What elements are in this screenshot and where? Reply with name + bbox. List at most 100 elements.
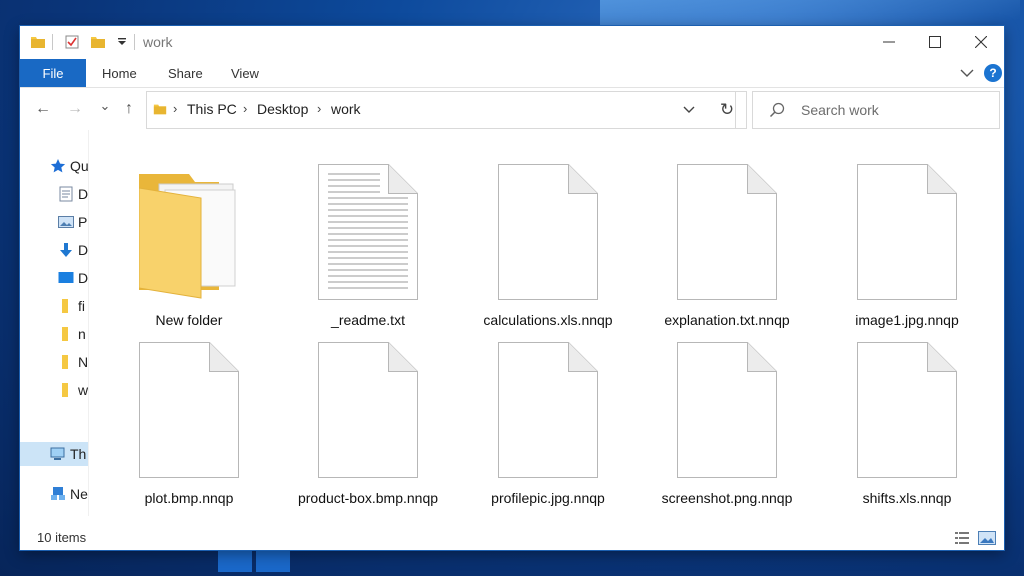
sidebar-item-folder[interactable]: fi — [20, 294, 88, 318]
sidebar-item-quick-access[interactable]: Qu — [20, 154, 88, 178]
divider — [52, 34, 53, 50]
up-button[interactable]: ↑ — [118, 100, 140, 118]
blank-file-icon — [318, 342, 418, 478]
properties-icon[interactable] — [64, 34, 80, 50]
folder-icon — [62, 355, 68, 369]
download-icon — [60, 243, 72, 257]
file-item-encrypted[interactable]: calculations.xls.nnqp — [458, 148, 638, 328]
forward-button[interactable]: → — [64, 100, 86, 118]
file-name: product-box.bmp.nnqp — [297, 490, 439, 506]
sidebar-item-downloads[interactable]: D — [20, 238, 88, 262]
breadcrumb-separator: › — [173, 101, 178, 116]
sidebar-item-label: Qu — [70, 158, 89, 174]
explorer-window: work File Home Share View ? ← → ⌄ ↑ › Th… — [20, 26, 1004, 550]
sidebar-item-documents[interactable]: D — [20, 182, 88, 206]
breadcrumb-separator: › — [317, 101, 322, 116]
customize-toolbar-icon[interactable] — [114, 34, 130, 50]
sidebar-item-label: D — [78, 270, 89, 286]
maximize-icon — [929, 36, 941, 48]
sidebar-item-label: N — [78, 354, 89, 370]
refresh-button[interactable]: ↻ — [708, 91, 747, 129]
tab-file[interactable]: File — [20, 59, 86, 87]
search-icon — [769, 102, 785, 118]
close-icon — [975, 36, 987, 48]
ribbon-tabs: File Home Share View ? — [20, 59, 1004, 88]
breadcrumb-this-pc[interactable]: This PC — [187, 101, 237, 117]
document-icon — [59, 186, 73, 202]
sidebar-item-folder[interactable]: w — [20, 378, 88, 402]
sidebar-item-label: Ne — [70, 486, 88, 502]
breadcrumb-separator: › — [243, 101, 248, 116]
file-item-encrypted[interactable]: explanation.txt.nnqp — [637, 148, 817, 328]
file-item-text[interactable]: _readme.txt — [278, 148, 458, 328]
recent-locations-button[interactable]: ⌄ — [94, 98, 116, 114]
breadcrumb-work[interactable]: work — [331, 101, 361, 117]
navigation-bar: ← → ⌄ ↑ › This PC › Desktop › work ↻ Sea… — [20, 88, 1004, 130]
folder-icon — [62, 299, 68, 313]
item-count: 10 items — [37, 530, 87, 545]
address-bar[interactable]: › This PC › Desktop › work — [146, 91, 736, 129]
blank-file-icon — [677, 342, 777, 478]
blank-file-icon — [857, 164, 957, 300]
file-item-folder[interactable]: New folder — [99, 148, 279, 328]
sidebar-item-desktop[interactable]: D — [20, 266, 88, 290]
title-bar: work — [20, 26, 1004, 58]
file-item-encrypted[interactable]: screenshot.png.nnqp — [637, 326, 817, 506]
window-title: work — [143, 34, 173, 50]
sidebar-item-folder[interactable]: N — [20, 350, 88, 374]
new-folder-icon[interactable] — [90, 34, 106, 50]
folder-icon — [153, 104, 167, 115]
maximize-button[interactable] — [912, 26, 958, 58]
file-item-encrypted[interactable]: product-box.bmp.nnqp — [278, 326, 458, 506]
sidebar-item-label: Th — [70, 446, 87, 462]
file-item-encrypted[interactable]: image1.jpg.nnqp — [817, 148, 997, 328]
tab-home[interactable]: Home — [102, 66, 137, 81]
folder-icon — [139, 174, 236, 299]
search-placeholder: Search work — [801, 102, 879, 118]
help-button[interactable]: ? — [984, 64, 1002, 82]
sidebar-item-label: n — [78, 326, 86, 342]
file-item-encrypted[interactable]: plot.bmp.nnqp — [99, 326, 279, 506]
large-icons-view-icon[interactable] — [978, 530, 996, 546]
pc-icon — [50, 447, 65, 460]
sidebar-item-pictures[interactable]: P — [20, 210, 88, 234]
star-icon — [50, 159, 66, 173]
tab-view[interactable]: View — [231, 66, 259, 81]
minimize-icon — [883, 41, 895, 43]
sidebar-item-label: D — [78, 242, 89, 258]
breadcrumb-desktop[interactable]: Desktop — [257, 101, 308, 117]
folder-icon — [31, 37, 45, 48]
file-name: screenshot.png.nnqp — [661, 490, 793, 506]
folder-icon — [62, 327, 68, 341]
navigation-pane: Qu D P D D fi n N w Th Ne — [20, 130, 89, 516]
network-icon — [51, 487, 65, 500]
blank-file-icon — [857, 342, 957, 478]
sidebar-item-network[interactable]: Ne — [20, 482, 88, 506]
sidebar-item-folder[interactable]: n — [20, 322, 88, 346]
search-box[interactable]: Search work — [752, 91, 1000, 129]
blank-file-icon — [498, 342, 598, 478]
status-bar: 10 items — [20, 526, 1004, 550]
file-name: profilepic.jpg.nnqp — [491, 490, 605, 506]
expand-ribbon-icon[interactable] — [960, 67, 974, 79]
sidebar-item-label: D — [78, 186, 89, 202]
blank-file-icon — [677, 164, 777, 300]
desktop-icon — [58, 272, 74, 283]
details-view-icon[interactable] — [954, 530, 970, 546]
file-list: New folder _readme.txt calculations.xls.… — [90, 130, 1004, 516]
tab-share[interactable]: Share — [168, 66, 203, 81]
sidebar-item-label: w — [78, 382, 89, 398]
minimize-button[interactable] — [866, 26, 912, 58]
sidebar-item-this-pc[interactable]: Th — [20, 442, 88, 466]
blank-file-icon — [139, 342, 239, 478]
file-item-encrypted[interactable]: shifts.xls.nnqp — [817, 326, 997, 506]
sidebar-item-label: fi — [78, 298, 85, 314]
file-item-encrypted[interactable]: profilepic.jpg.nnqp — [458, 326, 638, 506]
divider — [134, 34, 135, 50]
text-file-icon — [318, 164, 418, 300]
picture-icon — [58, 216, 74, 228]
close-button[interactable] — [958, 26, 1004, 58]
chevron-down-icon[interactable] — [683, 105, 695, 115]
folder-icon — [62, 383, 68, 397]
back-button[interactable]: ← — [32, 100, 54, 118]
